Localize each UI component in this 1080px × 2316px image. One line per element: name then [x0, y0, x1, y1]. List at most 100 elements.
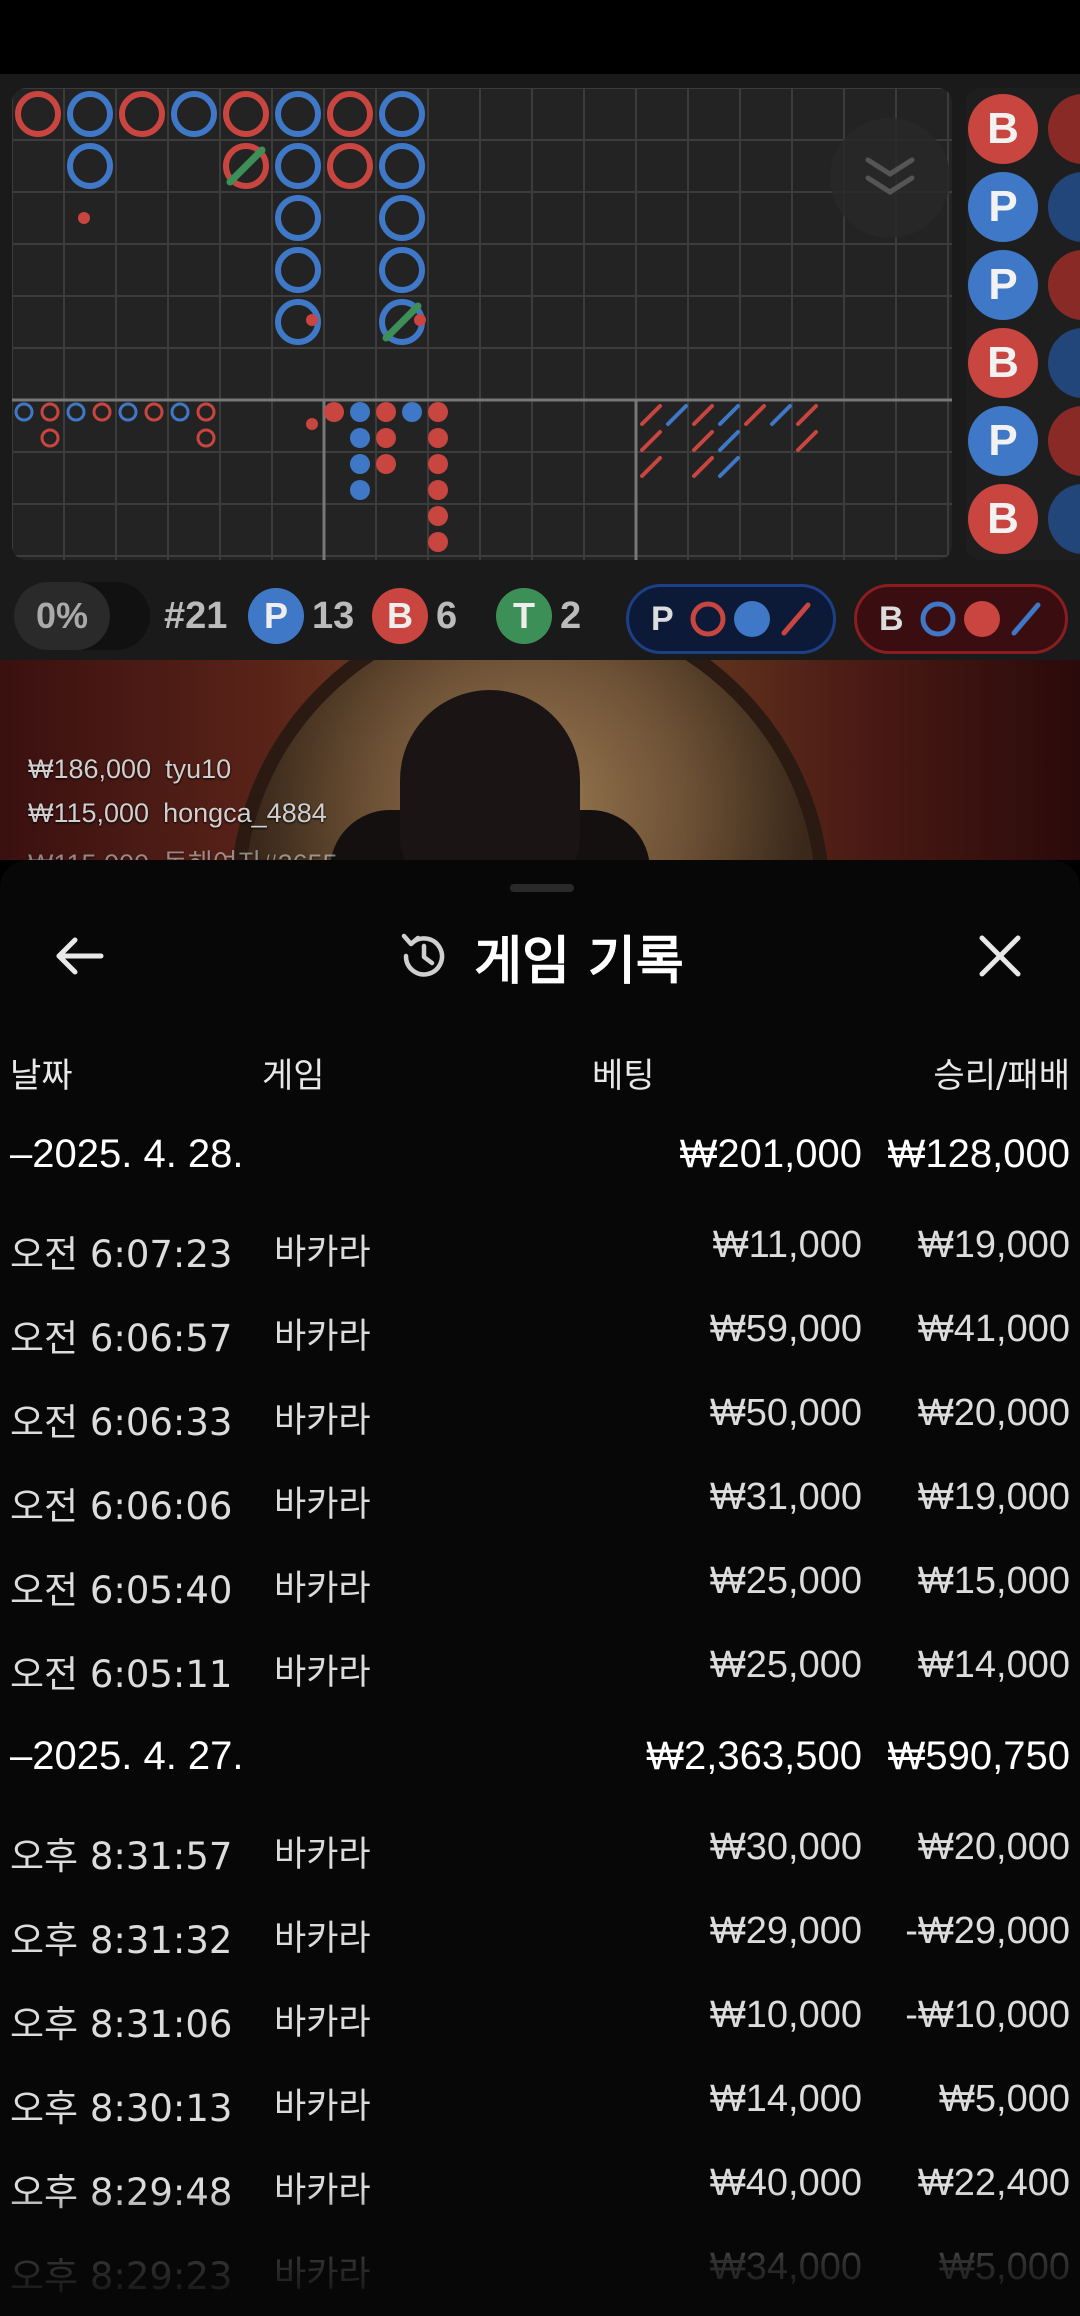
sheet-grabber[interactable] [510, 884, 574, 892]
row-result: ₩15,000 [917, 1560, 1070, 1602]
history-row[interactable]: 오전 6:07:23 바카라 ₩11,000 ₩19,000 [0, 1204, 1080, 1288]
bead-dot [350, 480, 370, 500]
row-result: ₩19,000 [917, 1476, 1070, 1518]
row-bet: ₩50,000 [709, 1392, 862, 1434]
row-result: ₩20,000 [917, 1826, 1070, 1868]
row-time: 오후 8:30:13 [10, 2087, 233, 2130]
bead-dot [376, 454, 396, 474]
row-game: 바카라 [274, 1919, 371, 1959]
collapse-button[interactable] [830, 118, 950, 238]
row-time: 오후 8:31:06 [10, 2003, 233, 2046]
row-bet: ₩31,000 [709, 1476, 862, 1518]
bead-dot [428, 428, 448, 448]
group-bet-total: ₩201,000 [679, 1132, 862, 1176]
bet-user: hongca_4884 [163, 798, 327, 828]
history-row[interactable]: 오후 8:29:23 바카라 ₩34,000 ₩5,000 [0, 2226, 1080, 2310]
bead-dot [376, 402, 396, 422]
player-count: P 13 [248, 582, 354, 650]
row-result: -₩29,000 [905, 1910, 1070, 1952]
side-bead-player: P [968, 406, 1038, 476]
column-header-date[interactable]: 날짜 [10, 1048, 73, 1097]
row-result: ₩20,000 [917, 1392, 1070, 1434]
bead-dot [428, 532, 448, 552]
group-result-total: ₩128,000 [887, 1132, 1070, 1176]
side-bead-partial [1048, 328, 1080, 398]
history-row[interactable]: 오후 8:31:57 바카라 ₩30,000 ₩20,000 [0, 1806, 1080, 1890]
row-time: 오전 6:05:11 [10, 1653, 233, 1696]
row-time: 오전 6:07:23 [10, 1233, 233, 1276]
row-result: ₩19,000 [917, 1224, 1070, 1266]
live-video-strip: ₩186,000 tyu10 ₩115,000 hongca_4884 ₩115,0… [0, 660, 1080, 860]
banker-prediction-label: B [879, 599, 904, 638]
bead-dot [428, 454, 448, 474]
row-result: -₩10,000 [905, 1994, 1070, 2036]
game-history-sheet: 게임 기록 날짜 게임 베팅 승리/패배 –2025. 4. 28. ₩201,… [0, 860, 1080, 2316]
row-bet: ₩10,000 [709, 1994, 862, 2036]
group-result-total: ₩590,750 [887, 1734, 1070, 1778]
bead-dot [402, 402, 422, 422]
row-game: 바카라 [274, 2087, 371, 2127]
row-game: 바카라 [274, 2003, 371, 2043]
side-bead-banker: B [968, 328, 1038, 398]
bead-dot [428, 402, 448, 422]
status-bar [0, 0, 1080, 74]
history-row[interactable]: 오후 8:31:06 바카라 ₩10,000 -₩10,000 [0, 1974, 1080, 2058]
group-bet-total: ₩2,363,500 [646, 1734, 862, 1778]
player-prediction-button[interactable]: P [626, 584, 836, 654]
group-date: –2025. 4. 27. [10, 1734, 244, 1778]
side-bead-column: BPPBPB [966, 88, 1080, 560]
bet-feed-item: ₩115,000 hongca_4884 [28, 798, 327, 829]
column-header-result[interactable]: 승리/패배 [933, 1048, 1070, 1097]
road-map-svg [12, 88, 952, 560]
row-time: 오후 8:31:32 [10, 1919, 233, 1962]
side-bead-partial [1048, 94, 1080, 164]
road-board: BPPBPB 0% #21 P 13 B 6 T 2 P B [0, 74, 1080, 660]
bead-dot [376, 428, 396, 448]
side-bead-partial [1048, 406, 1080, 476]
banker-prediction-button[interactable]: B [854, 584, 1068, 654]
column-header-game[interactable]: 게임 [262, 1048, 325, 1097]
row-game: 바카라 [274, 1569, 371, 1609]
sheet-header: 게임 기록 [0, 916, 1080, 996]
bet-feed-item: ₩115,000 동해여자#2655 [28, 842, 338, 860]
row-game: 바카라 [274, 1835, 371, 1875]
row-bet: ₩40,000 [709, 2162, 862, 2204]
date-group-row[interactable]: –2025. 4. 27. ₩2,363,500 ₩590,750 [0, 1714, 1080, 1798]
history-row[interactable]: 오후 8:31:32 바카라 ₩29,000 -₩29,000 [0, 1890, 1080, 1974]
bead-dot [350, 428, 370, 448]
grid-background [12, 88, 952, 560]
history-row[interactable]: 오전 6:06:33 바카라 ₩50,000 ₩20,000 [0, 1372, 1080, 1456]
close-button[interactable] [964, 920, 1036, 992]
pair-dot [78, 212, 90, 224]
sheet-title: 게임 기록 [474, 931, 684, 992]
history-row[interactable]: 오전 6:06:06 바카라 ₩31,000 ₩19,000 [0, 1456, 1080, 1540]
row-game: 바카라 [274, 1485, 371, 1525]
history-row[interactable]: 오후 8:29:48 바카라 ₩40,000 ₩22,400 [0, 2142, 1080, 2226]
bead-dot [324, 402, 344, 422]
row-game: 바카라 [274, 1317, 371, 1357]
row-bet: ₩30,000 [709, 1826, 862, 1868]
row-time: 오전 6:05:40 [10, 1569, 233, 1612]
bead-dot [350, 454, 370, 474]
row-time: 오전 6:06:06 [10, 1485, 233, 1528]
bet-amount: ₩115,000 [28, 798, 150, 828]
bet-user: tyu10 [165, 754, 232, 784]
history-row[interactable]: 오후 8:30:13 바카라 ₩14,000 ₩5,000 [0, 2058, 1080, 2142]
row-bet: ₩34,000 [709, 2246, 862, 2288]
row-time: 오후 8:29:23 [10, 2255, 233, 2298]
banker-count-value: 6 [436, 594, 458, 637]
history-row[interactable]: 오전 6:05:40 바카라 ₩25,000 ₩15,000 [0, 1540, 1080, 1624]
percent-value: 0% [14, 582, 110, 650]
history-row[interactable]: 오전 6:05:11 바카라 ₩25,000 ₩14,000 [0, 1624, 1080, 1708]
bead-dot [428, 480, 448, 500]
date-group-row[interactable]: –2025. 4. 28. ₩201,000 ₩128,000 [0, 1112, 1080, 1196]
row-bet: ₩29,000 [709, 1910, 862, 1952]
tie-count: T 2 [496, 582, 581, 650]
row-game: 바카라 [274, 1401, 371, 1441]
pair-dot [414, 314, 426, 326]
history-row[interactable]: 오전 6:06:57 바카라 ₩59,000 ₩41,000 [0, 1288, 1080, 1372]
side-bead-player: P [968, 250, 1038, 320]
close-icon [979, 935, 1021, 977]
player-prediction-label: P [651, 599, 674, 638]
column-header-bet[interactable]: 베팅 [592, 1048, 655, 1097]
